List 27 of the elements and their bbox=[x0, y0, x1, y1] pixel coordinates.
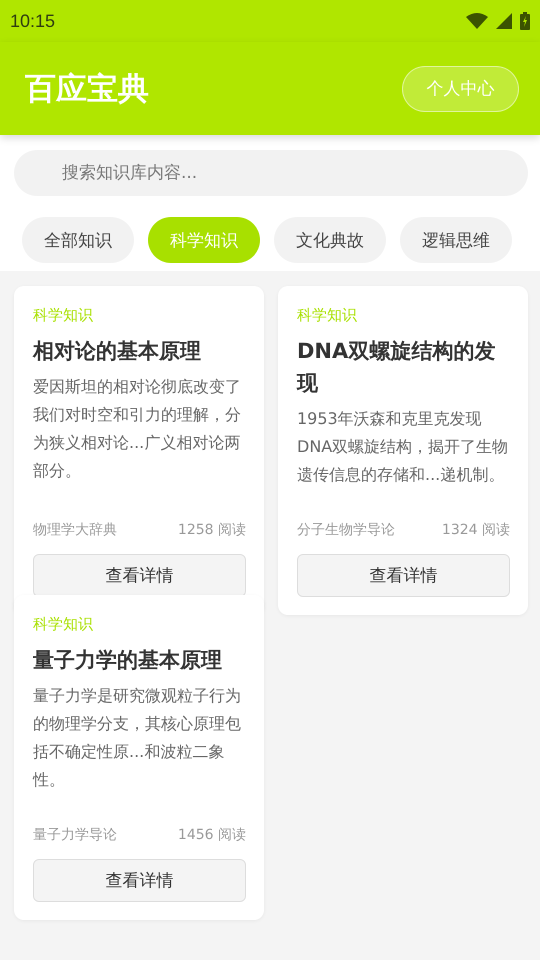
app-title: 百应宝典 bbox=[25, 70, 149, 108]
signal-icon bbox=[496, 13, 512, 29]
details-button[interactable]: 查看详情 bbox=[33, 859, 246, 902]
source-name: 分子生物学导论 bbox=[297, 521, 395, 539]
category-tab[interactable]: 全部知识 bbox=[22, 217, 134, 263]
read-count: 1324 阅读 bbox=[442, 521, 510, 539]
battery-icon bbox=[520, 12, 530, 30]
category-label: 科学知识 bbox=[33, 306, 94, 325]
wifi-icon bbox=[466, 13, 488, 29]
category-label: 科学知识 bbox=[33, 615, 94, 634]
details-button[interactable]: 查看详情 bbox=[33, 554, 246, 597]
search-field[interactable]: 搜索知识库内容... bbox=[14, 150, 528, 196]
status-time: 10:15 bbox=[10, 10, 56, 32]
source-name: 物理学大辞典 bbox=[33, 521, 117, 539]
read-count: 1258 阅读 bbox=[178, 521, 246, 539]
article-summary: 1953年沃森和克里克发现DNA双螺旋结构，揭开了生物遗传信息的存储和...递机制。 bbox=[297, 408, 510, 486]
article-title: 相对论的基本原理 bbox=[33, 338, 202, 365]
details-button[interactable]: 查看详情 bbox=[297, 554, 510, 597]
category-label: 科学知识 bbox=[297, 306, 358, 325]
category-tab[interactable]: 逻辑思维 bbox=[400, 217, 512, 263]
read-count: 1456 阅读 bbox=[178, 826, 246, 844]
article-title: 量子力学的基本原理 bbox=[33, 647, 223, 674]
category-tab[interactable]: 文化典故 bbox=[274, 217, 386, 263]
article-summary: 量子力学是研究微观粒子行为的物理学分支，其核心原理包括不确定性原...和波粒二象性。 bbox=[33, 685, 242, 791]
article-title: DNA双螺旋结构的发现 bbox=[297, 338, 496, 397]
source-name: 量子力学导论 bbox=[33, 826, 117, 844]
article-summary: 爱因斯坦的相对论彻底改变了我们对时空和引力的理解，分为狭义相对论...广义相对论两部分。 bbox=[33, 376, 242, 482]
